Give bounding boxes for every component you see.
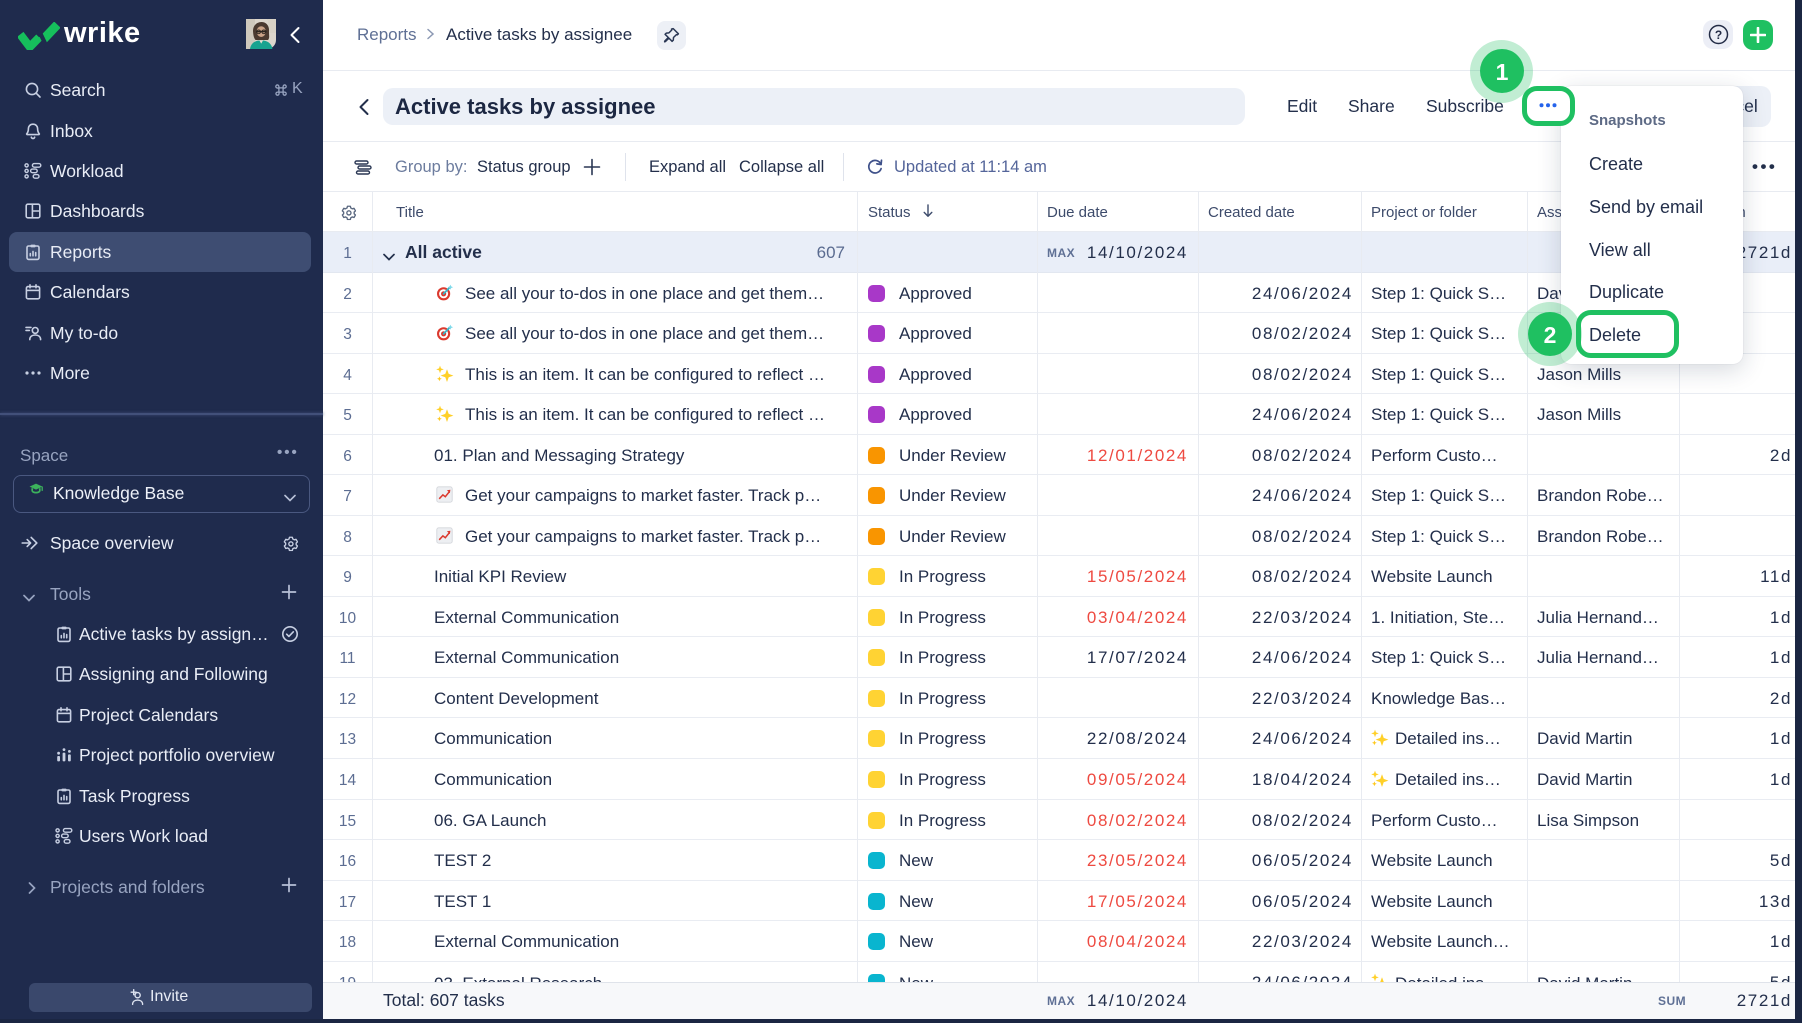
svg-text:?: ? (1715, 28, 1722, 42)
